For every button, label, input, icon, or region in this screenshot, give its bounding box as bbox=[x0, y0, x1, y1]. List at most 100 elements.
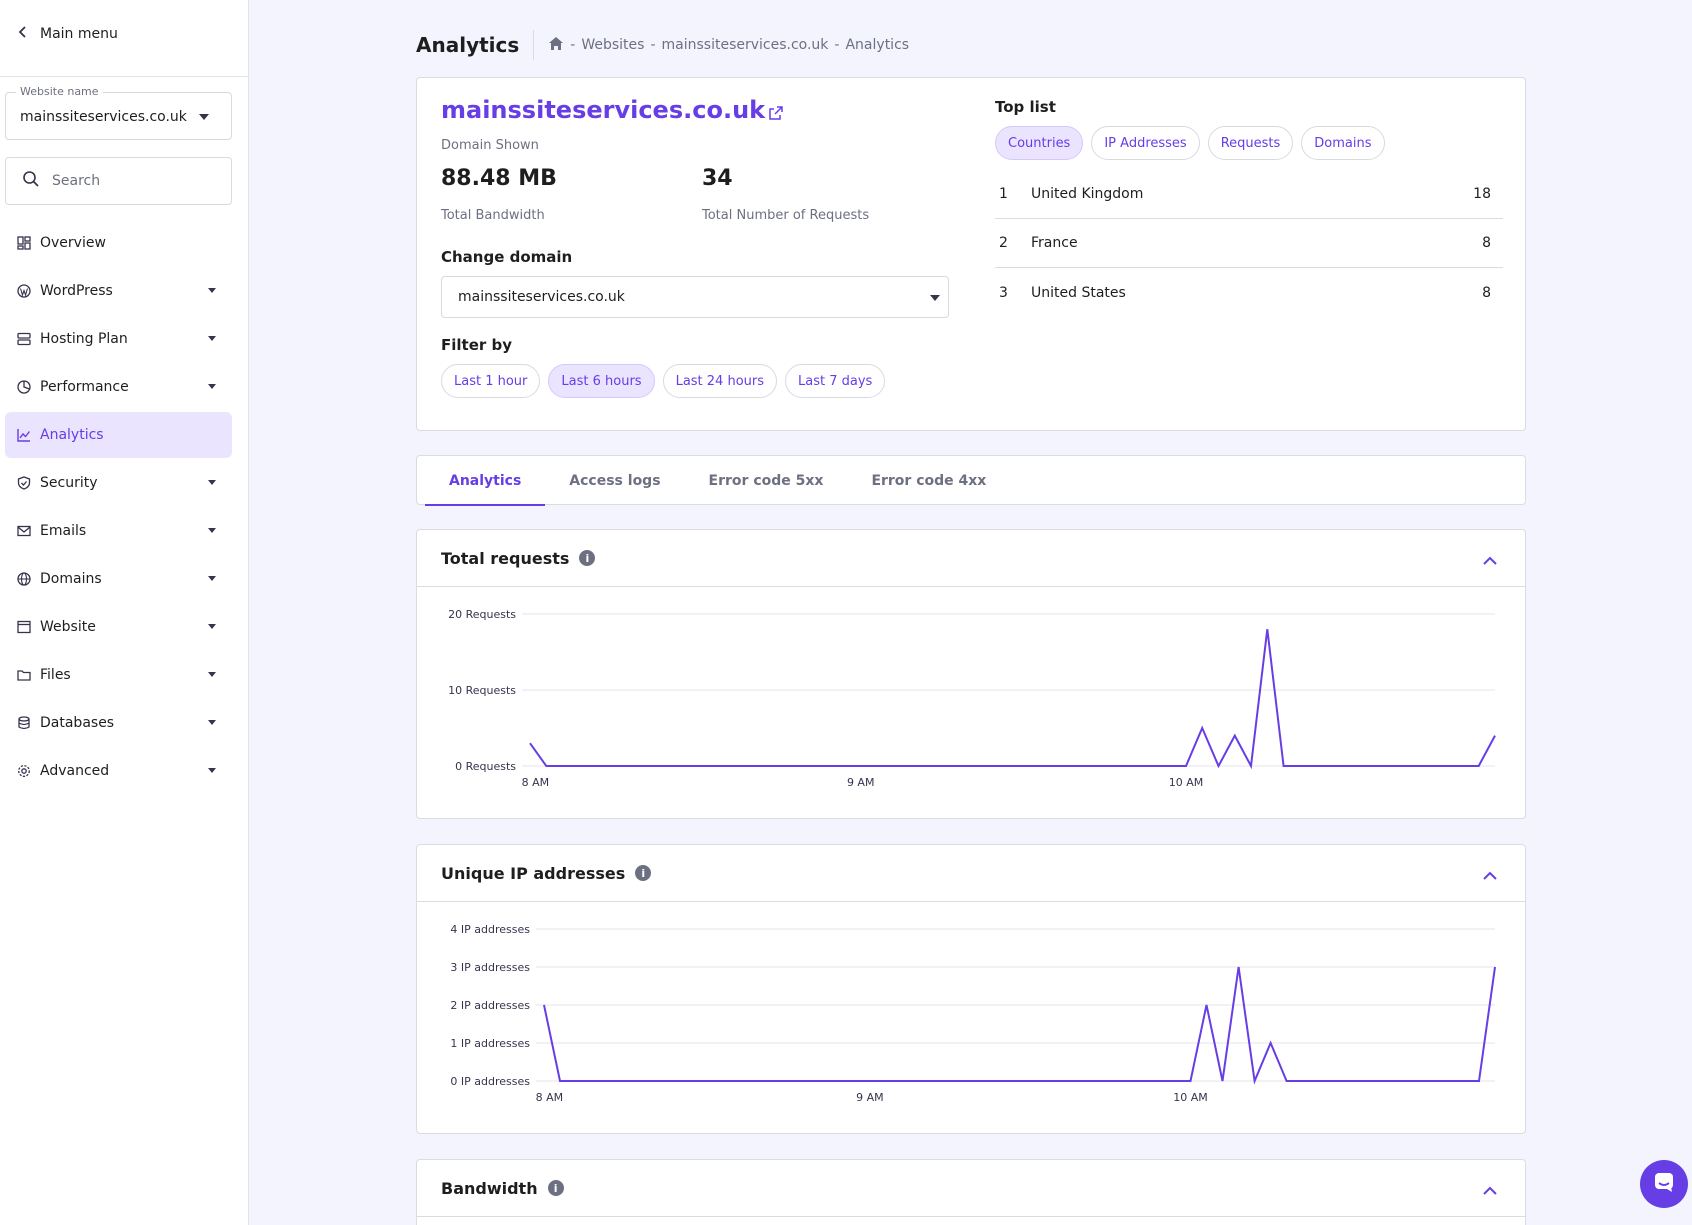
y-tick-label: 0 Requests bbox=[455, 760, 516, 773]
filter-chips: Last 1 hour Last 6 hours Last 24 hours Last… bbox=[441, 364, 886, 398]
filter-chip[interactable]: Last 6 hours bbox=[548, 364, 655, 398]
sidebar: Main menu Website name mainssiteservices… bbox=[0, 0, 249, 1225]
tab-error-code-4xx[interactable]: Error code 4xx bbox=[847, 456, 1010, 505]
row-count: 18 bbox=[1473, 186, 1491, 202]
sidebar-item-hosting-plan[interactable]: Hosting Plan bbox=[5, 316, 232, 362]
filter-chip[interactable]: Last 7 days bbox=[785, 364, 886, 398]
chat-icon bbox=[1653, 1171, 1675, 1197]
x-tick-label: 8 AM bbox=[522, 776, 550, 789]
sidebar-item-wordpress[interactable]: WordPress bbox=[5, 268, 232, 314]
breadcrumb-separator: - bbox=[570, 37, 576, 53]
x-tick-label: 8 AM bbox=[536, 1091, 564, 1104]
globe-icon bbox=[16, 571, 32, 587]
tab-error-code-5xx[interactable]: Error code 5xx bbox=[685, 456, 848, 505]
page-header: Analytics - Websites - mainssiteservices.co… bbox=[416, 30, 909, 60]
caret-down-icon bbox=[208, 720, 216, 725]
info-icon[interactable]: i bbox=[547, 1180, 564, 1196]
sidebar-item-label: Website bbox=[40, 619, 96, 635]
top-list-title: Top list bbox=[995, 98, 1056, 116]
chevron-up-icon[interactable] bbox=[1483, 865, 1497, 884]
unique-ips-chart: 0 IP addresses 1 IP addresses 2 IP address… bbox=[450, 923, 1496, 1104]
filter-label: Filter by bbox=[441, 336, 513, 354]
caret-down-icon bbox=[208, 576, 216, 581]
sidebar-item-analytics[interactable]: Analytics bbox=[5, 412, 232, 458]
info-icon[interactable]: i bbox=[635, 865, 652, 881]
sidebar-item-label: Files bbox=[40, 667, 71, 683]
chevron-up-icon[interactable] bbox=[1483, 1180, 1497, 1199]
home-icon[interactable] bbox=[548, 36, 564, 55]
top-list-tab[interactable]: Requests bbox=[1207, 126, 1294, 160]
website-name-select[interactable]: Website name mainssiteservices.co.uk bbox=[5, 85, 232, 140]
sidebar-item-label: Advanced bbox=[40, 763, 110, 779]
top-list-tabs: Countries IP Addresses Requests Domains bbox=[995, 126, 1385, 160]
x-tick-label: 10 AM bbox=[1169, 776, 1204, 789]
breadcrumb-item[interactable]: Websites bbox=[581, 37, 644, 53]
sidebar-item-security[interactable]: Security bbox=[5, 460, 232, 506]
website-name-legend: Website name bbox=[16, 85, 103, 98]
caret-down-icon bbox=[208, 480, 216, 485]
summary-card: mainssiteservices.co.uk Domain Shown 88.… bbox=[416, 77, 1526, 431]
header-separator bbox=[533, 30, 535, 60]
panel-title: Bandwidth bbox=[441, 1178, 538, 1198]
sidebar-item-label: Security bbox=[40, 475, 98, 491]
tab-analytics[interactable]: Analytics bbox=[425, 456, 546, 506]
row-country: United Kingdom bbox=[1031, 186, 1144, 202]
bandwidth-panel: Bandwidth i bbox=[416, 1159, 1526, 1225]
sidebar-divider bbox=[0, 76, 249, 77]
analytics-icon bbox=[16, 427, 32, 443]
sidebar-item-website[interactable]: Website bbox=[5, 604, 232, 650]
unique-ips-panel: Unique IP addresses i 0 IP addresses 1 IP… bbox=[416, 844, 1526, 1134]
search-input[interactable] bbox=[52, 173, 212, 189]
sidebar-item-performance[interactable]: Performance bbox=[5, 364, 232, 410]
row-rank: 3 bbox=[999, 284, 1008, 301]
sidebar-nav: Overview WordPress Hosting Plan Performance… bbox=[5, 220, 232, 796]
unique-ips-header: Unique IP addresses i bbox=[417, 845, 1525, 902]
y-tick-label: 3 IP addresses bbox=[450, 961, 530, 974]
shield-icon bbox=[16, 475, 32, 491]
main-menu-link[interactable]: Main menu bbox=[18, 26, 118, 42]
caret-down-icon bbox=[208, 528, 216, 533]
top-list-tab[interactable]: Countries bbox=[995, 126, 1084, 160]
top-list-tab[interactable]: Domains bbox=[1301, 126, 1385, 160]
domain-caption: Domain Shown bbox=[441, 138, 539, 153]
sidebar-item-files[interactable]: Files bbox=[5, 652, 232, 698]
tab-access-logs[interactable]: Access logs bbox=[545, 456, 684, 505]
breadcrumb-item[interactable]: mainssiteservices.co.uk bbox=[662, 37, 829, 53]
caret-down-icon bbox=[199, 114, 209, 120]
sidebar-item-label: Performance bbox=[40, 379, 129, 395]
top-list-row: 2 France 8 bbox=[995, 219, 1503, 268]
y-tick-label: 4 IP addresses bbox=[450, 923, 530, 936]
info-icon[interactable]: i bbox=[579, 550, 596, 566]
chat-button[interactable] bbox=[1640, 1160, 1688, 1208]
sidebar-item-emails[interactable]: Emails bbox=[5, 508, 232, 554]
breadcrumb: - Websites - mainssiteservices.co.uk - Analyt… bbox=[548, 36, 909, 55]
x-tick-label: 10 AM bbox=[1173, 1091, 1208, 1104]
bandwidth-label: Total Bandwidth bbox=[441, 208, 545, 223]
x-tick-label: 9 AM bbox=[856, 1091, 884, 1104]
breadcrumb-separator: - bbox=[834, 37, 840, 53]
top-list-tab[interactable]: IP Addresses bbox=[1091, 126, 1200, 160]
top-list-row: 1 United Kingdom 18 bbox=[995, 170, 1503, 219]
chevron-up-icon[interactable] bbox=[1483, 550, 1497, 569]
sidebar-item-label: Databases bbox=[40, 715, 115, 731]
change-domain-select[interactable]: mainssiteservices.co.uk bbox=[441, 276, 949, 318]
bandwidth-value: 88.48 MB bbox=[441, 166, 557, 191]
search-icon bbox=[22, 170, 40, 192]
sidebar-item-domains[interactable]: Domains bbox=[5, 556, 232, 602]
panel-title: Total requests bbox=[441, 548, 570, 568]
filter-chip[interactable]: Last 1 hour bbox=[441, 364, 541, 398]
filter-chip[interactable]: Last 24 hours bbox=[662, 364, 778, 398]
search-box[interactable] bbox=[5, 157, 232, 205]
domain-name: mainssiteservices.co.uk bbox=[441, 96, 766, 124]
page-title: Analytics bbox=[416, 33, 520, 57]
top-list-row: 3 United States 8 bbox=[995, 268, 1503, 317]
sidebar-item-label: Emails bbox=[40, 523, 87, 539]
requests-value: 34 bbox=[702, 166, 733, 191]
panel-title: Unique IP addresses bbox=[441, 863, 626, 883]
change-domain-value: mainssiteservices.co.uk bbox=[458, 289, 625, 305]
sidebar-item-databases[interactable]: Databases bbox=[5, 700, 232, 746]
sidebar-item-advanced[interactable]: Advanced bbox=[5, 748, 232, 794]
domain-link[interactable]: mainssiteservices.co.uk bbox=[441, 96, 783, 126]
series-line bbox=[543, 966, 1496, 1085]
sidebar-item-overview[interactable]: Overview bbox=[5, 220, 232, 266]
